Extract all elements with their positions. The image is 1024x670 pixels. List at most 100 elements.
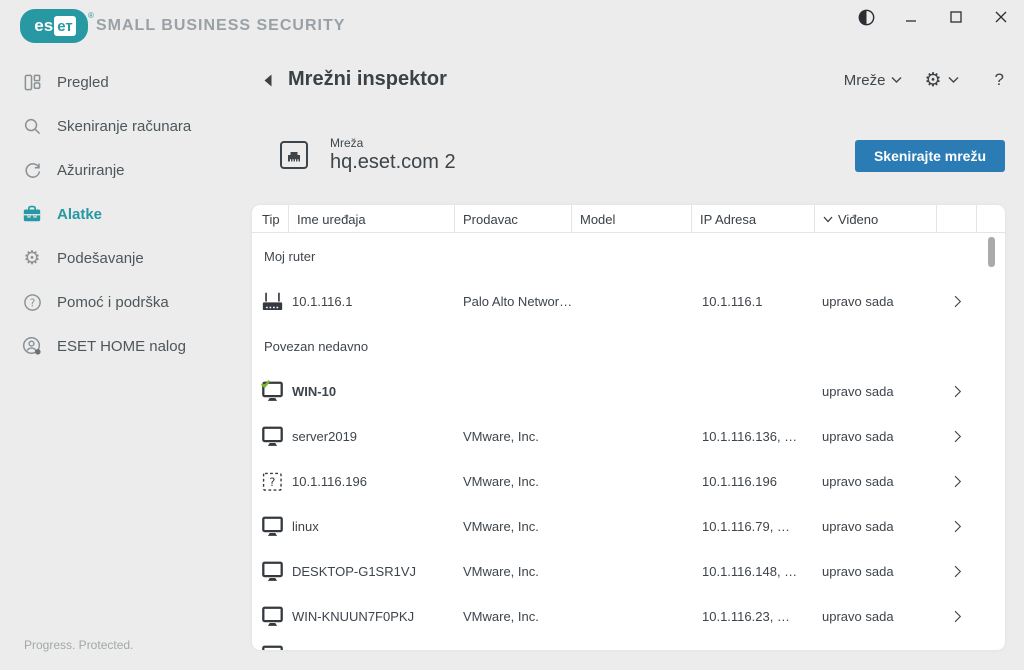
device-vendor: VMware, Inc. (463, 519, 539, 534)
vertical-scrollbar-thumb[interactable] (988, 237, 995, 267)
chevron-right-icon[interactable] (937, 293, 977, 310)
close-icon[interactable] (992, 8, 1010, 26)
settings-dropdown[interactable]: ⚙ (924, 70, 959, 90)
chevron-down-icon (891, 76, 902, 84)
device-list: Moj ruter 10.1.116.1 Palo Alto Networ… 1… (252, 233, 1005, 650)
help-button[interactable]: ? (995, 70, 1004, 90)
column-header-vidjeno[interactable]: Viđeno (815, 205, 937, 233)
device-row[interactable]: server2019 VMware, Inc. 10.1.116.136, … … (252, 414, 1005, 459)
partial-device-row (252, 639, 1005, 650)
monitor-icon (252, 425, 289, 448)
toolbox-icon (22, 204, 42, 224)
eset-logo: es ет ® (22, 10, 94, 41)
device-vendor: Palo Alto Networ… (463, 294, 572, 309)
monitor-check-icon (252, 380, 289, 403)
account-icon (22, 336, 42, 356)
chevron-right-icon[interactable] (937, 608, 977, 625)
networks-dropdown[interactable]: Mreže (844, 72, 903, 89)
chevron-right-icon[interactable] (937, 518, 977, 535)
logo-text-et: ет (54, 16, 76, 36)
device-name: WIN-KNUUN7F0PKJ (292, 609, 415, 624)
device-row[interactable]: ? 10.1.116.196 VMware, Inc. 10.1.116.196… (252, 459, 1005, 504)
ethernet-icon (278, 139, 310, 171)
device-last-seen: upravo sada (822, 429, 894, 444)
column-header-ime-uredjaja[interactable]: Ime uređaja (289, 205, 455, 233)
device-last-seen: upravo sada (822, 564, 894, 579)
section-label: Povezan nedavno (264, 339, 369, 354)
minimize-icon[interactable] (902, 8, 920, 26)
sidebar-item-eset-home[interactable]: ESET HOME nalog (0, 324, 252, 368)
column-header-prodavac[interactable]: Prodavac (455, 205, 572, 233)
svg-text:?: ? (269, 475, 275, 489)
sidebar-item-podesavanje[interactable]: ⚙ Podešavanje (0, 236, 252, 280)
device-name: server2019 (292, 429, 358, 444)
sidebar-item-pregled[interactable]: Pregled (0, 60, 252, 104)
title-bar: es ет ® SMALL BUSINESS SECURITY (0, 0, 1024, 55)
router-icon (252, 290, 289, 313)
device-row[interactable]: DESKTOP-G1SR1VJ VMware, Inc. 10.1.116.14… (252, 549, 1005, 594)
device-last-seen: upravo sada (822, 474, 894, 489)
product-name: SMALL BUSINESS SECURITY (96, 17, 346, 34)
device-name: 10.1.116.1 (292, 294, 353, 309)
chevron-right-icon[interactable] (937, 473, 977, 490)
sidebar-item-label: ESET HOME nalog (57, 337, 186, 355)
device-row[interactable]: WIN-KNUUN7F0PKJ VMware, Inc. 10.1.116.23… (252, 594, 1005, 639)
logo-text-es: es (34, 16, 54, 35)
device-vendor: VMware, Inc. (463, 474, 539, 489)
column-header-model[interactable]: Model (572, 205, 692, 233)
network-name: hq.eset.com 2 (330, 151, 456, 173)
sidebar-item-label: Ažuriranje (57, 161, 125, 179)
device-ip: 10.1.116.79, … (702, 519, 790, 534)
sidebar-item-skeniranje[interactable]: Skeniranje računara (0, 104, 252, 148)
chevron-right-icon[interactable] (937, 383, 977, 400)
sort-direction-icon (823, 216, 833, 223)
refresh-icon (22, 160, 42, 180)
sidebar-nav: Pregled Skeniranje računara Ažuriranje A… (0, 60, 252, 368)
sidebar-item-alatke[interactable]: Alatke (0, 192, 252, 236)
table-header-row: Tip Ime uređaja Prodavac Model IP Adresa… (252, 205, 1005, 233)
section-label: Moj ruter (264, 248, 316, 264)
device-ip: 10.1.116.23, … (702, 609, 790, 624)
monitor-icon (252, 515, 289, 538)
sidebar-item-label: Alatke (57, 205, 103, 223)
device-row[interactable]: linux VMware, Inc. 10.1.116.79, … upravo… (252, 504, 1005, 549)
current-network: Mreža hq.eset.com 2 Skenirajte mrežu (252, 136, 1024, 180)
column-header-ip-adresa[interactable]: IP Adresa (692, 205, 815, 233)
scan-network-button[interactable]: Skenirajte mrežu (855, 140, 1005, 172)
device-name: DESKTOP-G1SR1VJ (292, 564, 417, 579)
device-vendor: VMware, Inc. (463, 609, 539, 624)
column-header-actions (937, 205, 977, 233)
help-icon: ? (22, 292, 42, 312)
device-ip: 10.1.116.148, … (702, 564, 798, 579)
svg-text:?: ? (29, 297, 35, 309)
device-row[interactable]: WIN-10 upravo sada (252, 369, 1005, 414)
device-last-seen: upravo sada (822, 294, 894, 309)
device-ip: 10.1.116.136, … (702, 429, 798, 444)
sidebar-item-label: Pomoć i podrška (57, 293, 169, 311)
column-header-tip[interactable]: Tip (252, 205, 289, 233)
networks-dropdown-label: Mreže (843, 71, 886, 89)
chevron-right-icon[interactable] (937, 428, 977, 445)
monitor-icon (252, 560, 289, 583)
device-vendor: VMware, Inc. (463, 429, 539, 444)
network-field-label: Mreža (330, 136, 364, 150)
sidebar-item-label: Pregled (57, 73, 109, 91)
page-title: Mrežni inspektor (288, 68, 447, 90)
device-last-seen: upravo sada (822, 384, 894, 399)
device-table-panel: Tip Ime uređaja Prodavac Model IP Adresa… (252, 205, 1005, 650)
brand-tagline: Progress. Protected. (24, 638, 134, 652)
back-icon[interactable] (262, 73, 276, 89)
registered-mark: ® (88, 10, 94, 20)
contrast-icon[interactable] (857, 8, 875, 26)
chevron-right-icon[interactable] (937, 563, 977, 580)
window-controls (857, 8, 1010, 26)
sidebar-item-pomoc[interactable]: ? Pomoć i podrška (0, 280, 252, 324)
sidebar-item-azuriranje[interactable]: Ažuriranje (0, 148, 252, 192)
device-row[interactable]: 10.1.116.1 Palo Alto Networ… 10.1.116.1 … (252, 279, 1005, 324)
maximize-icon[interactable] (947, 8, 965, 26)
device-last-seen: upravo sada (822, 609, 894, 624)
header-controls: Mreže ⚙ ? (844, 70, 1004, 90)
device-vendor: VMware, Inc. (463, 564, 539, 579)
sidebar-item-label: Podešavanje (57, 249, 144, 267)
chevron-down-icon (948, 76, 959, 84)
